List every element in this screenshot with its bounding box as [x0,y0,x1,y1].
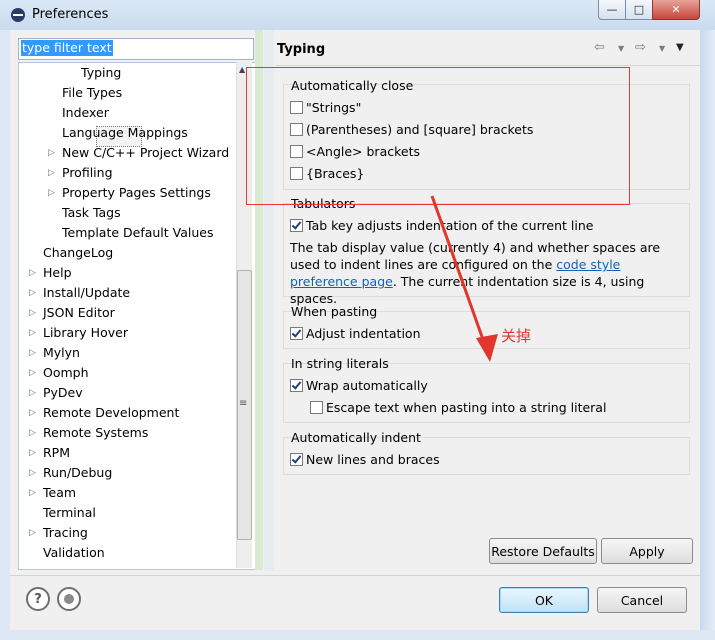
scroll-up-arrow-icon[interactable]: ▲ [239,65,245,74]
expand-arrow-icon[interactable]: ▷ [48,188,55,198]
adjust-indentation-label: Adjust indentation [306,326,421,341]
forward-dropdown-icon[interactable]: ▼ [659,44,665,53]
tab-key-checkbox[interactable] [290,219,303,232]
tree-item[interactable]: JSON Editor [43,304,115,322]
expand-arrow-icon[interactable]: ▷ [29,308,36,318]
window-title: Preferences [32,7,109,22]
expand-arrow-icon[interactable]: ▷ [29,428,36,438]
tree-item[interactable]: Language Mappings [62,124,188,142]
tree-item[interactable]: Mylyn [43,344,80,362]
wrap-automatically-label: Wrap automatically [306,378,428,393]
preference-tree[interactable]: Typing File Types Indexer Language Mappings… [18,62,256,570]
tree-item[interactable]: Oomph [43,364,89,382]
help-icon[interactable]: ? [26,587,50,611]
escape-text-checkbox[interactable] [310,401,323,414]
window-frame-left [0,30,10,640]
header-separator [276,65,700,66]
annotation-text: 关掉 [501,327,532,345]
expand-arrow-icon[interactable]: ▷ [29,368,36,378]
tree-item[interactable]: Typing [81,64,121,82]
back-dropdown-icon[interactable]: ▼ [618,44,624,53]
page-title: Typing [277,42,326,57]
expand-arrow-icon[interactable]: ▷ [29,488,36,498]
expand-arrow-icon[interactable]: ▷ [48,148,55,158]
tree-item[interactable]: PyDev [43,384,83,402]
tree-item[interactable]: Profiling [62,164,113,182]
automatically-indent-label: Automatically indent [291,430,421,445]
expand-arrow-icon[interactable]: ▷ [29,348,36,358]
view-menu-icon[interactable]: ▼ [676,42,684,53]
tree-item[interactable]: Template Default Values [62,224,214,242]
string-literals-label: In string literals [291,356,389,371]
expand-arrow-icon[interactable]: ▷ [29,408,36,418]
annotation-arrow [430,195,498,362]
maximize-button[interactable]: □ [625,0,653,20]
expand-arrow-icon[interactable]: ▷ [48,168,55,178]
record-icon[interactable] [57,587,81,611]
when-pasting-label: When pasting [291,304,378,319]
minimize-button[interactable]: — [598,0,626,20]
eclipse-app-icon [11,8,25,22]
tree-item[interactable]: Run/Debug [43,464,112,482]
tree-item[interactable]: Help [43,264,72,282]
tree-item[interactable]: Install/Update [43,284,130,302]
tree-item[interactable]: Validation [43,544,105,562]
footer-separator [10,575,700,576]
expand-arrow-icon[interactable]: ▷ [29,468,36,478]
back-arrow-icon[interactable]: ⇦ [594,40,605,55]
expand-arrow-icon[interactable]: ▷ [29,388,36,398]
tree-item[interactable]: Task Tags [62,204,121,222]
tree-item[interactable]: RPM [43,444,70,462]
new-lines-braces-checkbox[interactable] [290,453,303,466]
tree-item[interactable]: New C/C++ Project Wizard [62,144,229,162]
window-frame-right [700,30,715,640]
tree-item[interactable]: Team [43,484,76,502]
expand-arrow-icon[interactable]: ▷ [29,288,36,298]
apply-button[interactable]: Apply [601,538,693,564]
escape-text-label: Escape text when pasting into a string l… [326,400,607,415]
ok-button[interactable]: OK [499,587,589,613]
restore-defaults-button[interactable]: Restore Defaults [489,538,597,564]
expand-arrow-icon[interactable]: ▷ [29,268,36,278]
close-button[interactable]: ✕ [652,0,700,20]
tree-item[interactable]: Indexer [62,104,109,122]
cancel-button[interactable]: Cancel [597,587,687,613]
tree-item[interactable]: File Types [62,84,122,102]
annotation-highlight-box [246,67,630,205]
adjust-indentation-checkbox[interactable] [290,327,303,340]
window-frame-bottom [0,630,715,640]
tree-item[interactable]: Library Hover [43,324,128,342]
scroll-grip-icon: ≡ [239,398,248,409]
tree-item[interactable]: Remote Systems [43,424,148,442]
tree-item[interactable]: Terminal [43,504,96,522]
expand-arrow-icon[interactable]: ▷ [29,528,36,538]
new-lines-braces-label: New lines and braces [306,452,440,467]
filter-input-text[interactable]: type filter text [21,40,113,56]
tree-item[interactable]: ChangeLog [43,244,113,262]
wrap-automatically-checkbox[interactable] [290,379,303,392]
expand-arrow-icon[interactable]: ▷ [29,328,36,338]
tree-item[interactable]: Tracing [43,524,88,542]
forward-arrow-icon[interactable]: ⇨ [635,40,646,55]
tree-item[interactable]: Remote Development [43,404,179,422]
expand-arrow-icon[interactable]: ▷ [29,448,36,458]
tree-item[interactable]: Property Pages Settings [62,184,211,202]
